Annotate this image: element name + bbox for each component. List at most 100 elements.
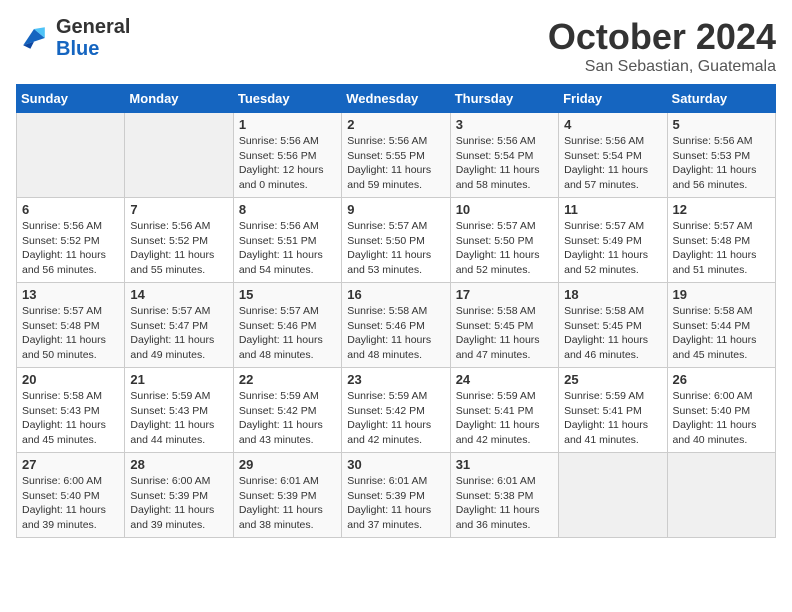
calendar-cell: 12 Sunrise: 5:57 AMSunset: 5:48 PMDayligh…	[667, 198, 775, 283]
day-number: 15	[239, 287, 336, 302]
day-number: 16	[347, 287, 444, 302]
day-info: Sunrise: 5:57 AMSunset: 5:48 PMDaylight:…	[22, 304, 119, 363]
calendar-cell: 26Sunrise: 6:00 AMSunset: 5:40 PMDayligh…	[667, 368, 775, 453]
calendar: SundayMondayTuesdayWednesdayThursdayFrid…	[16, 84, 776, 538]
day-number: 22	[239, 372, 336, 387]
day-info: Sunrise: 5:56 AMSunset: 5:54 PMDaylight:…	[456, 134, 553, 193]
day-number: 11	[564, 202, 661, 217]
calendar-cell: 23 Sunrise: 5:59 AMSunset: 5:42 PMDayligh…	[342, 368, 450, 453]
day-number: 20	[22, 372, 119, 387]
month-title: October 2024	[548, 16, 776, 58]
day-info: Sunrise: 5:57 AMSunset: 5:50 PMDaylight:…	[456, 219, 553, 278]
calendar-cell: 1 Sunrise: 5:56 AMSunset: 5:56 PMDaylight…	[233, 113, 341, 198]
logo-text: General Blue	[56, 16, 130, 60]
logo-blue: Blue	[56, 38, 99, 60]
calendar-cell: 27Sunrise: 6:00 AMSunset: 5:40 PMDayligh…	[17, 453, 125, 538]
day-info: Sunrise: 6:00 AMSunset: 5:40 PMDaylight:…	[673, 389, 770, 448]
day-number: 31	[456, 457, 553, 472]
day-info: Sunrise: 5:57 AMSunset: 5:46 PMDaylight:…	[239, 304, 336, 363]
day-info: Sunrise: 5:57 AMSunset: 5:48 PMDaylight:…	[673, 219, 770, 278]
day-number: 30	[347, 457, 444, 472]
day-info: Sunrise: 5:58 AMSunset: 5:44 PMDaylight:…	[673, 304, 770, 363]
day-number: 24	[456, 372, 553, 387]
calendar-cell: 10 Sunrise: 5:57 AMSunset: 5:50 PMDayligh…	[450, 198, 558, 283]
calendar-cell: 31 Sunrise: 6:01 AMSunset: 5:38 PMDayligh…	[450, 453, 558, 538]
day-number: 5	[673, 117, 770, 132]
day-info: Sunrise: 5:56 AMSunset: 5:56 PMDaylight:…	[239, 134, 336, 193]
page-header: General Blue October 2024 San Sebastian,…	[16, 16, 776, 76]
calendar-cell: 14 Sunrise: 5:57 AMSunset: 5:47 PMDayligh…	[125, 283, 233, 368]
day-number: 25	[564, 372, 661, 387]
calendar-week-5: 27Sunrise: 6:00 AMSunset: 5:40 PMDayligh…	[17, 453, 776, 538]
day-number: 12	[673, 202, 770, 217]
calendar-cell: 4 Sunrise: 5:56 AMSunset: 5:54 PMDaylight…	[559, 113, 667, 198]
calendar-cell: 3 Sunrise: 5:56 AMSunset: 5:54 PMDaylight…	[450, 113, 558, 198]
day-info: Sunrise: 5:57 AMSunset: 5:50 PMDaylight:…	[347, 219, 444, 278]
day-number: 29	[239, 457, 336, 472]
calendar-cell: 19 Sunrise: 5:58 AMSunset: 5:44 PMDayligh…	[667, 283, 775, 368]
weekday-header-wednesday: Wednesday	[342, 85, 450, 113]
weekday-header-thursday: Thursday	[450, 85, 558, 113]
day-info: Sunrise: 6:01 AMSunset: 5:39 PMDaylight:…	[347, 474, 444, 533]
weekday-header-sunday: Sunday	[17, 85, 125, 113]
day-info: Sunrise: 5:56 AMSunset: 5:52 PMDaylight:…	[130, 219, 227, 278]
logo: General Blue	[16, 16, 130, 60]
day-info: Sunrise: 5:59 AMSunset: 5:41 PMDaylight:…	[564, 389, 661, 448]
title-area: October 2024 San Sebastian, Guatemala	[548, 16, 776, 76]
calendar-cell: 15 Sunrise: 5:57 AMSunset: 5:46 PMDayligh…	[233, 283, 341, 368]
day-info: Sunrise: 6:00 AMSunset: 5:39 PMDaylight:…	[130, 474, 227, 533]
day-info: Sunrise: 5:58 AMSunset: 5:45 PMDaylight:…	[456, 304, 553, 363]
day-number: 1	[239, 117, 336, 132]
calendar-cell: 8 Sunrise: 5:56 AMSunset: 5:51 PMDaylight…	[233, 198, 341, 283]
calendar-cell: 28 Sunrise: 6:00 AMSunset: 5:39 PMDayligh…	[125, 453, 233, 538]
calendar-cell: 16Sunrise: 5:58 AMSunset: 5:46 PMDayligh…	[342, 283, 450, 368]
weekday-header-tuesday: Tuesday	[233, 85, 341, 113]
calendar-week-2: 6 Sunrise: 5:56 AMSunset: 5:52 PMDaylight…	[17, 198, 776, 283]
calendar-week-4: 20 Sunrise: 5:58 AMSunset: 5:43 PMDayligh…	[17, 368, 776, 453]
day-number: 19	[673, 287, 770, 302]
calendar-cell: 24 Sunrise: 5:59 AMSunset: 5:41 PMDayligh…	[450, 368, 558, 453]
calendar-cell: 17 Sunrise: 5:58 AMSunset: 5:45 PMDayligh…	[450, 283, 558, 368]
calendar-cell	[667, 453, 775, 538]
calendar-cell: 7 Sunrise: 5:56 AMSunset: 5:52 PMDaylight…	[125, 198, 233, 283]
day-number: 14	[130, 287, 227, 302]
calendar-cell: 30 Sunrise: 6:01 AMSunset: 5:39 PMDayligh…	[342, 453, 450, 538]
day-info: Sunrise: 5:56 AMSunset: 5:51 PMDaylight:…	[239, 219, 336, 278]
day-info: Sunrise: 5:59 AMSunset: 5:41 PMDaylight:…	[456, 389, 553, 448]
day-number: 8	[239, 202, 336, 217]
day-info: Sunrise: 5:59 AMSunset: 5:42 PMDaylight:…	[347, 389, 444, 448]
weekday-header-row: SundayMondayTuesdayWednesdayThursdayFrid…	[17, 85, 776, 113]
day-info: Sunrise: 5:58 AMSunset: 5:43 PMDaylight:…	[22, 389, 119, 448]
day-number: 17	[456, 287, 553, 302]
day-info: Sunrise: 5:59 AMSunset: 5:42 PMDaylight:…	[239, 389, 336, 448]
calendar-cell: 5Sunrise: 5:56 AMSunset: 5:53 PMDaylight…	[667, 113, 775, 198]
day-number: 28	[130, 457, 227, 472]
day-number: 2	[347, 117, 444, 132]
day-info: Sunrise: 6:01 AMSunset: 5:39 PMDaylight:…	[239, 474, 336, 533]
day-info: Sunrise: 5:56 AMSunset: 5:55 PMDaylight:…	[347, 134, 444, 193]
weekday-header-monday: Monday	[125, 85, 233, 113]
calendar-cell: 21Sunrise: 5:59 AMSunset: 5:43 PMDayligh…	[125, 368, 233, 453]
logo-bird-icon	[16, 20, 52, 56]
day-info: Sunrise: 5:58 AMSunset: 5:45 PMDaylight:…	[564, 304, 661, 363]
day-info: Sunrise: 5:56 AMSunset: 5:54 PMDaylight:…	[564, 134, 661, 193]
day-info: Sunrise: 5:57 AMSunset: 5:49 PMDaylight:…	[564, 219, 661, 278]
calendar-cell: 20 Sunrise: 5:58 AMSunset: 5:43 PMDayligh…	[17, 368, 125, 453]
day-number: 7	[130, 202, 227, 217]
calendar-cell: 13Sunrise: 5:57 AMSunset: 5:48 PMDayligh…	[17, 283, 125, 368]
calendar-cell: 6 Sunrise: 5:56 AMSunset: 5:52 PMDaylight…	[17, 198, 125, 283]
calendar-cell	[559, 453, 667, 538]
logo-general: General	[56, 16, 130, 38]
day-info: Sunrise: 5:56 AMSunset: 5:52 PMDaylight:…	[22, 219, 119, 278]
calendar-cell: 9Sunrise: 5:57 AMSunset: 5:50 PMDaylight…	[342, 198, 450, 283]
day-number: 21	[130, 372, 227, 387]
calendar-cell: 29 Sunrise: 6:01 AMSunset: 5:39 PMDayligh…	[233, 453, 341, 538]
day-number: 10	[456, 202, 553, 217]
day-number: 4	[564, 117, 661, 132]
day-number: 3	[456, 117, 553, 132]
day-number: 23	[347, 372, 444, 387]
day-number: 6	[22, 202, 119, 217]
day-info: Sunrise: 6:01 AMSunset: 5:38 PMDaylight:…	[456, 474, 553, 533]
day-info: Sunrise: 5:57 AMSunset: 5:47 PMDaylight:…	[130, 304, 227, 363]
calendar-cell: 11 Sunrise: 5:57 AMSunset: 5:49 PMDayligh…	[559, 198, 667, 283]
